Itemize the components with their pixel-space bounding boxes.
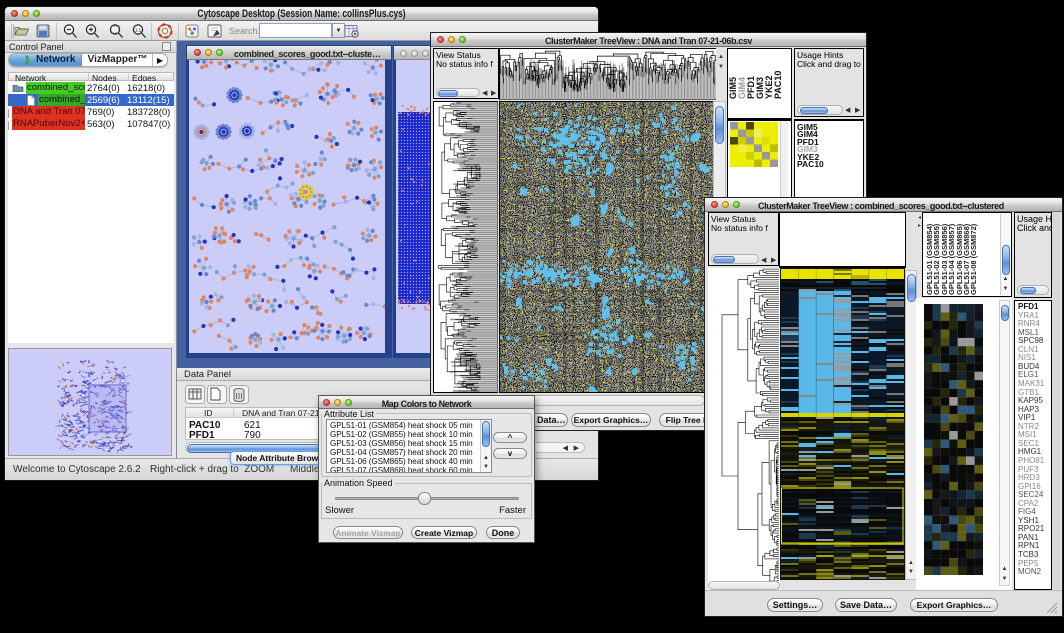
svg-text:PAC10: PAC10: [773, 71, 783, 99]
svg-text:1:1: 1:1: [135, 28, 142, 33]
svg-text:GPL51-08 (GSM872): GPL51-08 (GSM872): [969, 223, 978, 295]
